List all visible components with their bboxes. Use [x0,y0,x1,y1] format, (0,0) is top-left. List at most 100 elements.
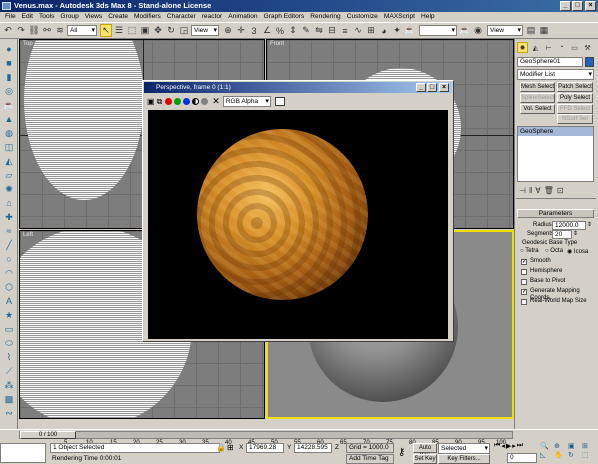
remove-modifier-icon[interactable]: 🗑 [544,186,554,195]
clone-window-icon[interactable]: ⧉ [157,97,163,107]
viewport-label[interactable]: Top [23,41,33,47]
make-unique-icon[interactable]: ∀ [535,186,540,195]
clear-icon[interactable]: ✕ [212,96,220,107]
menu-group[interactable]: Group [57,12,81,22]
current-frame-field[interactable]: 0 [507,453,537,463]
mesh-select-button[interactable]: Mesh Select [520,82,555,92]
segments-input[interactable]: 20 [552,230,572,239]
patch-select-button[interactable]: Patch Select [557,82,593,92]
monochrome-icon[interactable] [201,98,209,105]
select-rotate-icon[interactable]: ↻ [165,24,177,37]
go-to-end-icon[interactable]: ⏭ [517,442,523,450]
teapot-icon[interactable]: ☕ [3,99,15,111]
menu-tools[interactable]: Tools [36,12,57,22]
menu-file[interactable]: File [2,12,19,22]
render-scene-icon[interactable]: ✦ [391,24,403,37]
patch-icon[interactable]: ▩ [3,393,15,405]
tube-icon[interactable]: ◫ [3,141,15,153]
geosphere-icon[interactable]: ◍ [3,127,15,139]
render-type-icon[interactable]: ▤ [525,24,537,37]
parameters-rollout[interactable]: Parameters [517,209,594,218]
menu-views[interactable]: Views [82,12,105,22]
frame-close-button[interactable]: × [439,83,449,92]
viewport-dropdown[interactable]: View [487,25,523,36]
text-shape-icon[interactable]: A [3,295,15,307]
hemisphere-checkbox[interactable] [521,269,527,275]
star-icon[interactable]: ★ [3,309,15,321]
radius-spinner-icon[interactable]: ⇕ [587,221,592,228]
spacewarp-icon[interactable]: ≈ [3,225,15,237]
alpha-channel-icon[interactable] [192,98,200,105]
layer-manager-icon[interactable]: ≡ [339,24,351,37]
bind-space-warp-icon[interactable]: ≋ [54,24,66,37]
frame-minimize-button[interactable]: _ [416,83,426,92]
menu-edit[interactable]: Edit [19,12,36,22]
modifier-stack[interactable]: GeoSphere [517,126,594,182]
menu-help[interactable]: Help [418,12,438,22]
link-icon[interactable]: ⛓ [28,24,40,37]
angle-snap-icon[interactable]: ∠ [261,24,273,37]
ellipse-icon[interactable]: ⬭ [3,337,15,349]
helper-icon[interactable]: ✚ [3,211,15,223]
cone-icon[interactable]: ▲ [3,113,15,125]
spinner-snap-icon[interactable]: ⇕ [287,24,299,37]
reference-coordinate-dropdown[interactable]: View [191,25,219,36]
quick-render-icon[interactable]: ☕ [404,24,416,37]
octa-radio[interactable]: ○ Octa [545,248,563,254]
camera-icon[interactable]: ⌂ [3,197,15,209]
spline-select-button[interactable]: SplineSelect [520,93,555,103]
hierarchy-tab-icon[interactable]: ⊢ [543,42,554,53]
blue-channel-icon[interactable] [183,98,191,105]
ffd-select-button[interactable]: FFD Select [557,104,593,114]
sphere-icon[interactable]: ● [3,43,15,55]
green-channel-icon[interactable] [174,98,182,105]
previous-frame-icon[interactable]: ◂ [501,442,505,450]
undo-icon[interactable]: ↶ [2,24,14,37]
field-of-view-icon[interactable]: ◺ [540,451,553,459]
real-world-map-checkbox[interactable] [521,299,527,305]
modify-tab-icon[interactable]: ◭ [530,42,541,53]
motion-tab-icon[interactable]: ◔ [556,42,567,53]
menu-graph-editors[interactable]: Graph Editors [261,12,308,22]
next-frame-icon[interactable]: ▸ [512,442,516,450]
circle-icon[interactable]: ○ [3,253,15,265]
particle-icon[interactable]: ⁂ [3,379,15,391]
viewport-label[interactable]: Front [270,41,284,47]
stack-item-geosphere[interactable]: GeoSphere [518,127,593,136]
window-crossing-icon[interactable]: ▣ [139,24,151,37]
menu-character[interactable]: Character [164,12,199,22]
utilities-tab-icon[interactable]: ⚒ [582,42,593,53]
smooth-checkbox[interactable]: ✓ [521,259,527,265]
maxscript-listener-mini[interactable] [0,443,46,463]
arc-icon[interactable]: ◠ [3,267,15,279]
color-swatch[interactable] [274,97,285,106]
menu-animation[interactable]: Animation [225,12,260,22]
viewport-label[interactable]: Left [23,232,33,238]
ngon-icon[interactable]: ⬡ [3,281,15,293]
y-coordinate-field[interactable]: 14228.595 [294,443,332,453]
tetra-radio[interactable]: ○ Tetra [520,248,539,254]
rectangular-selection-icon[interactable]: ⬚ [126,24,138,37]
create-tab-icon[interactable]: ✹ [517,42,528,53]
menu-modifiers[interactable]: Modifiers [131,12,164,22]
zoom-all-icon[interactable]: ⊕ [554,442,567,450]
select-manipulate-icon[interactable]: ✛ [235,24,247,37]
pivot-center-icon[interactable]: ⊕ [222,24,234,37]
box-icon[interactable]: ■ [3,57,15,69]
go-to-start-icon[interactable]: ⏮ [494,442,500,450]
selection-filter-dropdown[interactable]: All [67,25,97,36]
poly-select-button[interactable]: Poly Select [557,93,593,103]
bone-icon[interactable]: ⟋ [3,365,15,377]
menu-rendering[interactable]: Rendering [307,12,343,22]
base-to-pivot-checkbox[interactable] [521,279,527,285]
channel-dropdown[interactable]: RGB Alpha [222,96,271,107]
nurbs-icon[interactable]: ∾ [3,407,15,419]
maximize-button[interactable]: □ [572,1,583,11]
helix-icon[interactable]: ⌇ [3,351,15,363]
nsurf-sel-button[interactable]: NSurf Sel [557,114,593,124]
key-mode-dropdown[interactable]: Selected [438,443,490,454]
line-icon[interactable]: ╱ [3,239,15,251]
select-object-icon[interactable]: ↖ [100,24,112,37]
z-coordinate-field[interactable] [342,443,345,453]
light-icon[interactable]: ✺ [3,183,15,195]
